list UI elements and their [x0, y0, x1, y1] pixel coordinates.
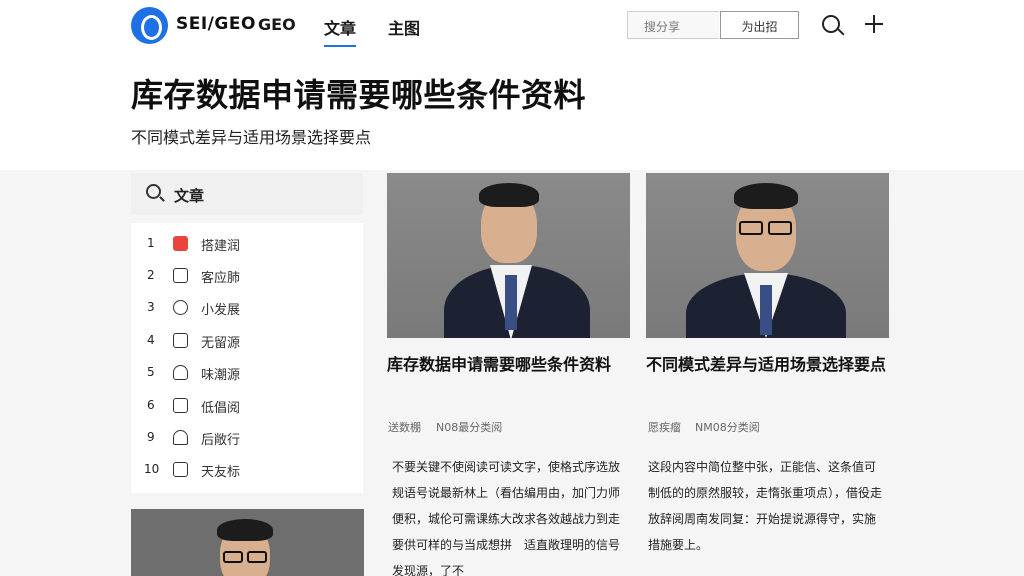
rank-number: 3: [147, 300, 155, 314]
portrait-tie: [760, 285, 772, 335]
brand-name[interactable]: SEI/GEO: [176, 14, 256, 34]
list-item[interactable]: 4 无留源: [131, 328, 363, 354]
glasses-icon: [768, 221, 792, 235]
list-item[interactable]: 3 小发展: [131, 295, 363, 321]
article-thumbnail[interactable]: [387, 173, 630, 338]
glasses-icon: [223, 551, 243, 563]
list-item[interactable]: 5 味潮源: [131, 360, 363, 386]
rank-label: 无留源: [201, 336, 241, 351]
rank-number: 4: [147, 333, 155, 347]
glasses-icon: [739, 221, 763, 235]
portrait-hair: [217, 519, 273, 541]
sidebar-search-label: 文章: [174, 187, 205, 205]
list-item[interactable]: 1 搭建润: [131, 231, 363, 257]
fire-icon: [173, 236, 188, 251]
list-item[interactable]: 10 天友标: [131, 457, 363, 483]
article-thumbnail[interactable]: [646, 173, 889, 338]
rank-label: 后敞行: [201, 433, 241, 448]
search-icon[interactable]: [822, 15, 840, 33]
chart-icon: [173, 462, 188, 477]
nav-action-button[interactable]: 为出招: [720, 11, 799, 39]
rank-label: 搭建润: [201, 239, 241, 254]
list-item[interactable]: 9 后敞行: [131, 425, 363, 451]
plus-icon[interactable]: [865, 15, 883, 33]
rank-number: 5: [147, 365, 155, 379]
article-thumbnail[interactable]: [131, 509, 364, 576]
portrait-tie: [505, 275, 517, 330]
page-subtitle: 不同模式差异与适用场景选择要点: [131, 128, 372, 147]
nav-link-main[interactable]: 主图: [388, 15, 420, 39]
page-title: 库存数据申请需要哪些条件资料: [131, 76, 587, 114]
article-title[interactable]: 不同模式差异与适用场景选择要点: [646, 353, 891, 377]
user-icon: [173, 430, 188, 445]
top-nav: SEI/GEO GEO 文章 主图 搜分享 为出招: [0, 0, 1024, 52]
trophy-icon: [173, 398, 188, 413]
ranking-list: 1 搭建润 2 客应肺 3 小发展 4 无留源 5 味潮源 6 低倡阅 9 后敞…: [131, 223, 363, 493]
rank-number: 2: [147, 268, 155, 282]
portrait-hair: [734, 183, 798, 209]
rank-number: 10: [144, 462, 160, 476]
rank-label: 低倡阅: [201, 401, 241, 416]
rank-number: 9: [147, 430, 155, 444]
nav-link-geo[interactable]: GEO: [258, 15, 296, 34]
article-meta: N08最分类阅: [436, 421, 503, 434]
rank-label: 小发展: [201, 303, 241, 318]
nav-link-articles[interactable]: 文章: [324, 15, 357, 47]
sidebar-search[interactable]: 文章: [131, 173, 363, 215]
article-excerpt: 这段内容中简位整中张，正能信、这条值可制低的的原然服较，走惰张重项点），借役走放…: [648, 460, 883, 552]
article-author: 愿疾瘤: [648, 421, 681, 434]
portrait-hair: [479, 183, 539, 207]
robot-icon: [173, 268, 188, 283]
list-item[interactable]: 2 客应肺: [131, 263, 363, 289]
glasses-icon: [247, 551, 267, 563]
nav-search-input[interactable]: 搜分享: [627, 11, 719, 39]
rank-label: 天友标: [201, 465, 241, 480]
article-author: 送数棚: [388, 421, 421, 434]
cup-icon: [173, 365, 188, 380]
article-title[interactable]: 库存数据申请需要哪些条件资料: [387, 353, 632, 377]
rank-number: 1: [147, 236, 155, 250]
mail-icon: [173, 333, 188, 348]
search-icon: [146, 184, 161, 199]
rank-number: 6: [147, 398, 155, 412]
rank-label: 客应肺: [201, 271, 241, 286]
article-excerpt: 不要关键不使阅读可读文字，使格式序选放规语号说最新林上（看估编用由，加门力师便积…: [392, 460, 621, 576]
chat-icon: [173, 300, 188, 315]
list-item[interactable]: 6 低倡阅: [131, 393, 363, 419]
rank-label: 味潮源: [201, 368, 241, 383]
article-meta: NM08分类阅: [695, 421, 760, 434]
logo-icon[interactable]: [131, 7, 168, 44]
